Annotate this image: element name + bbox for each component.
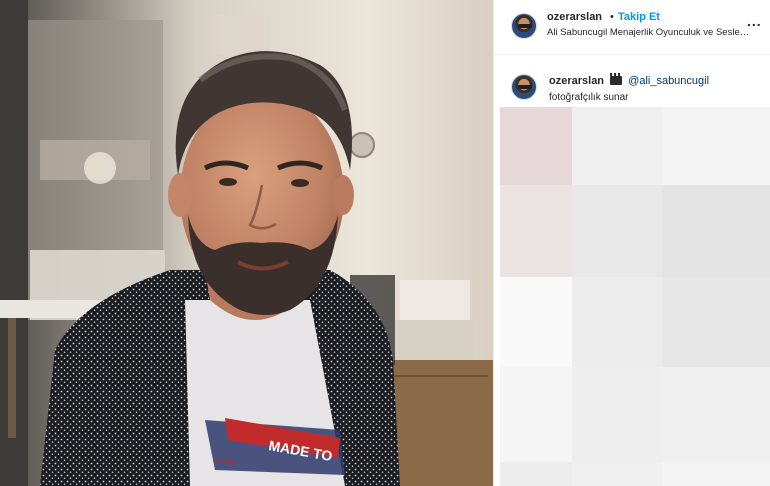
blur-tile [662, 107, 770, 185]
more-options-icon[interactable]: ... [747, 13, 762, 29]
blur-tile [662, 367, 770, 462]
caption-text: fotoğrafçılık sunar [549, 92, 629, 103]
blur-tile [572, 185, 662, 277]
caption-line: ozerarslan @ali_sabuncugil [549, 73, 709, 87]
blur-tile [572, 462, 662, 486]
mention-link[interactable]: @ali_sabuncugil [628, 75, 709, 87]
blur-tile [662, 185, 770, 277]
blurred-comments [500, 107, 770, 486]
follow-button[interactable]: Takip Et [618, 11, 660, 23]
blur-tile [500, 367, 572, 462]
blur-tile [500, 185, 572, 277]
blur-tile [662, 462, 770, 486]
blur-tile [500, 107, 572, 185]
portrait-illustration: MADE TO In Our [0, 0, 493, 486]
post-header: ozerarslan • Takip Et Ali Sabuncugil Men… [494, 0, 770, 55]
blur-tile [500, 277, 572, 367]
username-link[interactable]: ozerarslan [547, 11, 602, 23]
blur-tile [500, 462, 572, 486]
location-subtitle[interactable]: Ali Sabuncugil Menajerlik Oyunculuk ve S… [547, 27, 761, 38]
blur-tile [662, 277, 770, 367]
avatar[interactable] [511, 13, 537, 39]
caption-username[interactable]: ozerarslan [549, 75, 604, 87]
separator-dot: • [610, 11, 614, 23]
blur-tile [572, 367, 662, 462]
post-photo[interactable]: MADE TO In Our [0, 0, 493, 486]
post-side-panel: ozerarslan • Takip Et Ali Sabuncugil Men… [493, 0, 770, 486]
clapper-board-icon [610, 73, 623, 85]
blur-tile [572, 107, 662, 185]
caption-avatar[interactable] [511, 74, 537, 100]
blur-tile [572, 277, 662, 367]
caption: ozerarslan @ali_sabuncugil fotoğrafçılık… [494, 55, 770, 107]
